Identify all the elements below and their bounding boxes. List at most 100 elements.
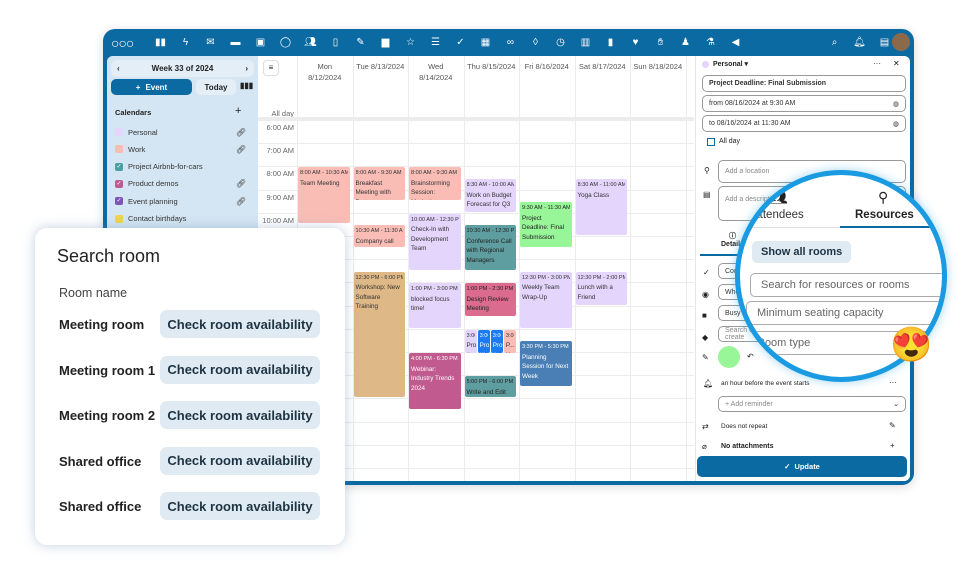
- toggle-sidebar-icon[interactable]: ≡: [263, 60, 279, 76]
- resource-search-input[interactable]: Search for resources or rooms: [750, 273, 942, 297]
- transport-icon[interactable]: ▥: [578, 37, 593, 48]
- day-header[interactable]: Sat 8/17/2024: [575, 61, 631, 72]
- check-room-availability-button[interactable]: Check room availability: [160, 355, 320, 384]
- calendar-event[interactable]: 12:30 PM - 2:00 PM Lunch with a Friend: [575, 271, 627, 305]
- end-date-input[interactable]: to 08/16/2024 at 11:30 AM ◍: [702, 115, 906, 132]
- share-link-icon[interactable]: 🔗︎: [236, 197, 246, 206]
- calendar-item[interactable]: Personal 🔗︎: [115, 126, 250, 138]
- contacts-icon[interactable]: 👥︎: [303, 37, 318, 48]
- day-header[interactable]: Wed 8/14/2024: [408, 61, 464, 83]
- calendar-event[interactable]: 4:00 PM - 6:30 PM Webinar: Industry Trend…: [409, 353, 461, 409]
- calendar-event[interactable]: 3:30 PM - 5:30 PM Planning Session for Ne…: [520, 341, 572, 386]
- day-header[interactable]: Fri 8/16/2024: [519, 61, 575, 72]
- calendar-picker[interactable]: Personal ▾: [713, 60, 748, 68]
- share-link-icon[interactable]: 🔗︎: [236, 128, 246, 137]
- health-icon[interactable]: ♥: [628, 37, 643, 48]
- calendar-event[interactable]: 8:30 AM - 11:00 AM Yoga Class: [575, 179, 627, 235]
- mail-icon[interactable]: ✉: [203, 37, 218, 48]
- reminder-more-icon[interactable]: ···: [889, 378, 897, 387]
- check-icon[interactable]: ✓: [453, 37, 468, 48]
- share-link-icon[interactable]: 🔗︎: [236, 179, 246, 188]
- deck-icon[interactable]: ▆: [378, 37, 393, 48]
- calendar-item[interactable]: ✓ Project Airbnb-for-cars: [115, 161, 250, 173]
- day-header[interactable]: Mon 8/12/2024: [297, 61, 353, 83]
- notifications-icon[interactable]: 🔔︎: [852, 37, 867, 48]
- contacts-menu-icon[interactable]: ▤: [877, 37, 892, 48]
- calendar-event[interactable]: 12:30 PM - 3:00 PM Weekly Team Wrap-Up: [520, 271, 572, 328]
- calendar-item[interactable]: Contact birthdays: [115, 213, 250, 225]
- maps-icon[interactable]: ◊: [528, 37, 543, 48]
- calendar-event[interactable]: 3:00 P... K: [503, 329, 516, 354]
- day-header[interactable]: Thu 8/15/2024: [464, 61, 520, 72]
- calendar-event[interactable]: 3:00 Pro the: [490, 329, 503, 354]
- calendar-event[interactable]: 1:00 PM - 3:00 PM blocked focus time!: [409, 283, 461, 328]
- calendar-event[interactable]: 8:30 AM - 10:00 AM Work on Budget Forecas…: [464, 179, 516, 212]
- avatar[interactable]: [892, 33, 910, 51]
- calendar-checkbox[interactable]: [115, 214, 123, 223]
- calendar-event[interactable]: 5:00 PM - 6:00 PM Write and Edit Blog Pos…: [464, 376, 516, 398]
- calendar-event[interactable]: 10:30 AM - 12:30 PM Conference Call with …: [464, 225, 516, 270]
- calendar-event[interactable]: 8:00 AM - 9:30 AM Breakfast Meeting with …: [353, 167, 405, 201]
- tab-resources[interactable]: Resources: [855, 209, 914, 221]
- today-button[interactable]: Today: [196, 79, 236, 95]
- event-color-swatch[interactable]: [718, 346, 740, 368]
- calendar-event[interactable]: 1:00 PM - 2:30 PM Design Review Meeting: [464, 283, 516, 317]
- announce-icon[interactable]: ◀: [728, 37, 743, 48]
- share-link-icon[interactable]: 🔗︎: [236, 145, 246, 154]
- link-icon[interactable]: ∞: [503, 37, 518, 48]
- calendar-checkbox[interactable]: ✓: [115, 179, 123, 188]
- calendar-event[interactable]: 12:30 PM - 6:00 PM Workshop: New Software…: [353, 271, 405, 398]
- start-date-input[interactable]: from 08/16/2024 at 9:30 AM ◍: [702, 95, 906, 112]
- calendar-event[interactable]: 8:00 AM - 9:30 AM Brainstorming Session: …: [409, 167, 461, 201]
- day-header[interactable]: Sun 8/18/2024: [630, 61, 686, 72]
- activity-icon[interactable]: ϟ: [178, 37, 193, 48]
- calendar-checkbox[interactable]: ✓: [115, 162, 123, 171]
- tab-attendees[interactable]: Attendees: [752, 209, 804, 221]
- speed-icon[interactable]: ◷: [553, 37, 568, 48]
- timezone-icon[interactable]: ◍: [893, 100, 899, 108]
- calendar-checkbox[interactable]: ✓: [115, 197, 123, 206]
- view-switcher-icon[interactable]: ▮▮▮: [240, 81, 253, 90]
- calendar-checkbox[interactable]: [115, 145, 123, 154]
- close-icon[interactable]: ✕: [893, 59, 900, 68]
- nextcloud-logo[interactable]: ○○○: [111, 35, 134, 51]
- user-icon[interactable]: ♟: [678, 37, 693, 48]
- more-icon[interactable]: ···: [873, 59, 881, 68]
- search-icon[interactable]: ⌕: [827, 37, 842, 48]
- update-button[interactable]: ✓ Update: [697, 456, 907, 477]
- calendar-item[interactable]: Work 🔗︎: [115, 143, 250, 155]
- photos-icon[interactable]: ▣: [253, 37, 268, 48]
- add-reminder-select[interactable]: + Add reminder ⌄: [718, 396, 906, 412]
- tables-icon[interactable]: ▦: [478, 37, 493, 48]
- microscope-icon[interactable]: ⚗: [703, 37, 718, 48]
- calendar-icon[interactable]: ▯: [328, 37, 343, 48]
- seating-capacity-input[interactable]: Minimum seating capacity: [746, 301, 942, 325]
- bag-icon[interactable]: ▮: [603, 37, 618, 48]
- calendar-event[interactable]: 10:30 AM - 11:30 AM Company call: [353, 225, 405, 247]
- dashboard-icon[interactable]: ▮▮: [153, 37, 168, 48]
- day-header[interactable]: Tue 8/13/2024: [353, 61, 409, 72]
- add-calendar-icon[interactable]: +: [235, 105, 241, 117]
- files-icon[interactable]: ▬: [228, 37, 243, 48]
- check-room-availability-button[interactable]: Check room availability: [160, 401, 320, 429]
- prev-week-icon[interactable]: ‹: [117, 64, 120, 73]
- next-week-icon[interactable]: ›: [245, 64, 248, 73]
- calendar-event[interactable]: 9:30 AM - 11:30 AM Project Deadline: Fina…: [520, 202, 572, 247]
- talk-icon[interactable]: ◯: [278, 37, 293, 48]
- calendar-checkbox[interactable]: [115, 128, 123, 136]
- show-all-rooms-button[interactable]: Show all rooms: [752, 241, 852, 263]
- calendar-event[interactable]: 8:00 AM - 10:30 AM Team Meeting: [298, 167, 350, 224]
- check-room-availability-button[interactable]: Check room availability: [160, 310, 320, 338]
- tasks-icon[interactable]: ☰: [428, 37, 443, 48]
- notes-icon[interactable]: ✎: [353, 37, 368, 48]
- check-room-availability-button[interactable]: Check room availability: [160, 446, 320, 475]
- starred-icon[interactable]: ☆: [403, 37, 418, 48]
- add-attachment-icon[interactable]: +: [890, 441, 895, 450]
- calendar-item[interactable]: ✓ Event planning 🔗︎: [115, 195, 250, 207]
- edit-repeat-icon[interactable]: ✎: [889, 421, 896, 430]
- gestures-icon[interactable]: ✋︎: [653, 37, 668, 48]
- calendar-item[interactable]: ✓ Product demos 🔗︎: [115, 178, 250, 190]
- timezone-icon[interactable]: ◍: [893, 120, 899, 128]
- calendar-event[interactable]: 3:00 Pro Kick: [477, 329, 490, 354]
- check-room-availability-button[interactable]: Check room availability: [160, 492, 320, 520]
